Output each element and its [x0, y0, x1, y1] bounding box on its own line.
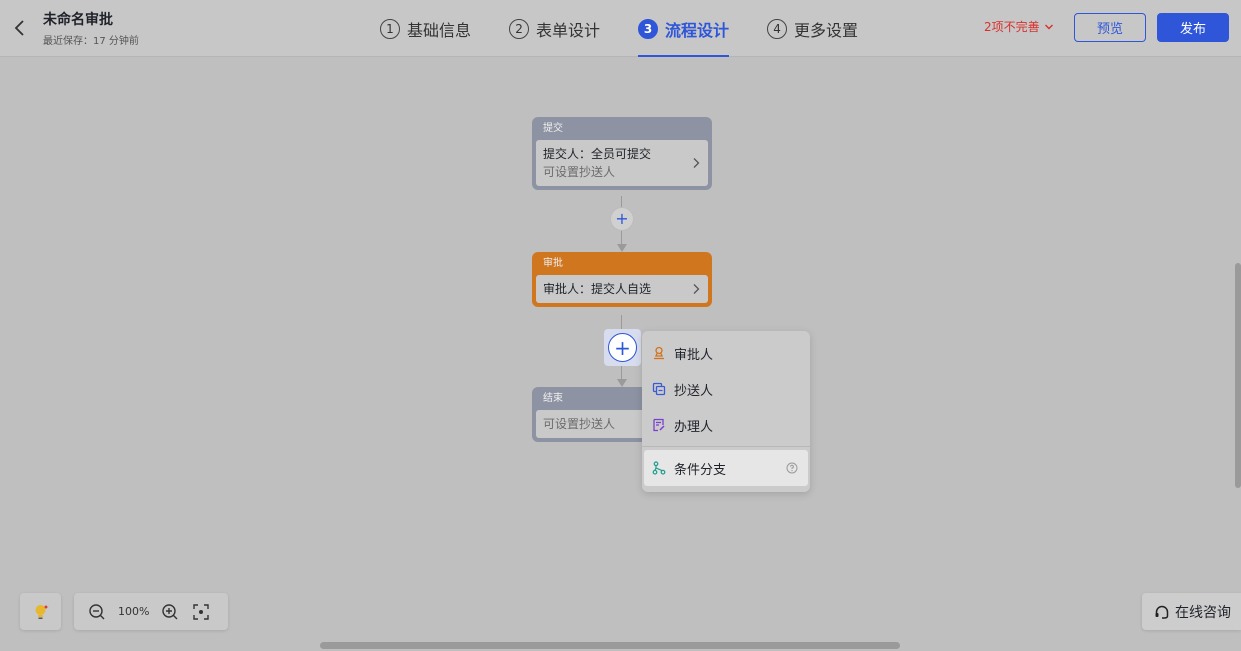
zoom-in-icon [162, 603, 178, 619]
menu-divider [642, 446, 810, 447]
approve-node-body[interactable]: 审批人：提交人自选 [536, 275, 708, 303]
incomplete-items-dropdown[interactable]: 2项不完善 [984, 18, 1054, 35]
menu-item-cc[interactable]: 抄送人 [642, 371, 810, 407]
flow-canvas[interactable]: 提交 提交人：全员可提交 可设置抄送人 + 审批 审批人：提交人自选 + 结束 … [0, 58, 1241, 651]
zoom-level: 100% [118, 605, 150, 618]
arrow-down-icon [617, 244, 627, 252]
approve-node[interactable]: 审批 审批人：提交人自选 [532, 252, 712, 307]
node-title: 审批 [543, 258, 563, 269]
approver-icon [652, 346, 666, 360]
lightbulb-icon [35, 604, 48, 619]
node-title: 提交 [543, 123, 563, 134]
step-number: 1 [380, 18, 400, 39]
step-number: 4 [767, 18, 788, 39]
menu-item-label: 审批人 [674, 347, 714, 363]
fit-view-button[interactable] [192, 603, 210, 621]
tab-flow-design[interactable]: 3 流程设计 [638, 0, 730, 57]
tips-button[interactable] [20, 593, 61, 630]
back-button[interactable] [10, 16, 30, 40]
menu-item-label: 办理人 [674, 419, 714, 435]
branch-icon [652, 461, 666, 475]
arrow-down-icon [617, 379, 627, 387]
zoom-in-button[interactable] [161, 603, 179, 621]
online-consult-button[interactable]: 在线咨询 [1142, 593, 1241, 630]
headset-icon [1155, 605, 1169, 619]
step-label: 基础信息 [407, 20, 472, 40]
menu-item-approver[interactable]: 审批人 [642, 335, 810, 371]
step-label: 流程设计 [665, 20, 730, 40]
menu-item-label: 抄送人 [674, 383, 714, 399]
step-label: 更多设置 [794, 20, 859, 40]
zoom-out-button[interactable] [88, 603, 106, 621]
menu-item-label: 条件分支 [674, 462, 727, 478]
last-saved-text: 最近保存：17 分钟前 [43, 36, 139, 47]
node-line-secondary: 可设置抄送人 [543, 165, 616, 179]
vertical-scrollbar[interactable] [1235, 263, 1241, 488]
consult-label: 在线咨询 [1175, 604, 1231, 621]
horizontal-scrollbar[interactable] [320, 642, 900, 649]
chevron-right-icon [693, 158, 700, 168]
preview-button[interactable]: 预览 [1074, 13, 1146, 42]
add-node-menu: 审批人 抄送人 办理人 条件分支 [642, 331, 810, 492]
top-header: 未命名审批 最近保存：17 分钟前 1 基础信息 2 表单设计 3 流程设计 4… [0, 0, 1241, 57]
fit-view-icon [193, 603, 209, 620]
step-tabs: 1 基础信息 2 表单设计 3 流程设计 4 更多设置 [380, 0, 896, 57]
chevron-left-icon [14, 20, 24, 36]
menu-item-handler[interactable]: 办理人 [642, 407, 810, 443]
cc-icon [652, 382, 666, 396]
tab-more-settings[interactable]: 4 更多设置 [767, 0, 858, 57]
step-number: 2 [509, 18, 530, 39]
step-label: 表单设计 [536, 20, 601, 40]
node-line-primary: 提交人：全员可提交 [543, 147, 652, 161]
submit-node[interactable]: 提交 提交人：全员可提交 可设置抄送人 [532, 117, 712, 190]
add-node-button-active[interactable]: + [604, 329, 641, 366]
chevron-down-icon [1044, 24, 1053, 29]
zoom-controls: 100% [74, 593, 228, 630]
submit-node-body[interactable]: 提交人：全员可提交 可设置抄送人 [536, 140, 708, 186]
help-icon[interactable] [786, 462, 798, 474]
tab-form-design[interactable]: 2 表单设计 [509, 0, 600, 57]
tab-basic-info[interactable]: 1 基础信息 [380, 0, 471, 57]
handler-icon [652, 418, 666, 432]
node-line-primary: 审批人：提交人自选 [543, 282, 652, 296]
page-title: 未命名审批 [43, 12, 113, 28]
plus-icon[interactable]: + [608, 333, 637, 362]
step-number: 3 [638, 18, 659, 39]
chevron-right-icon [693, 284, 700, 294]
publish-button[interactable]: 发布 [1157, 13, 1229, 42]
add-node-button[interactable]: + [610, 207, 634, 231]
zoom-out-icon [89, 603, 105, 619]
incomplete-label: 2项不完善 [984, 20, 1040, 34]
menu-item-condition-branch[interactable]: 条件分支 [644, 450, 808, 486]
